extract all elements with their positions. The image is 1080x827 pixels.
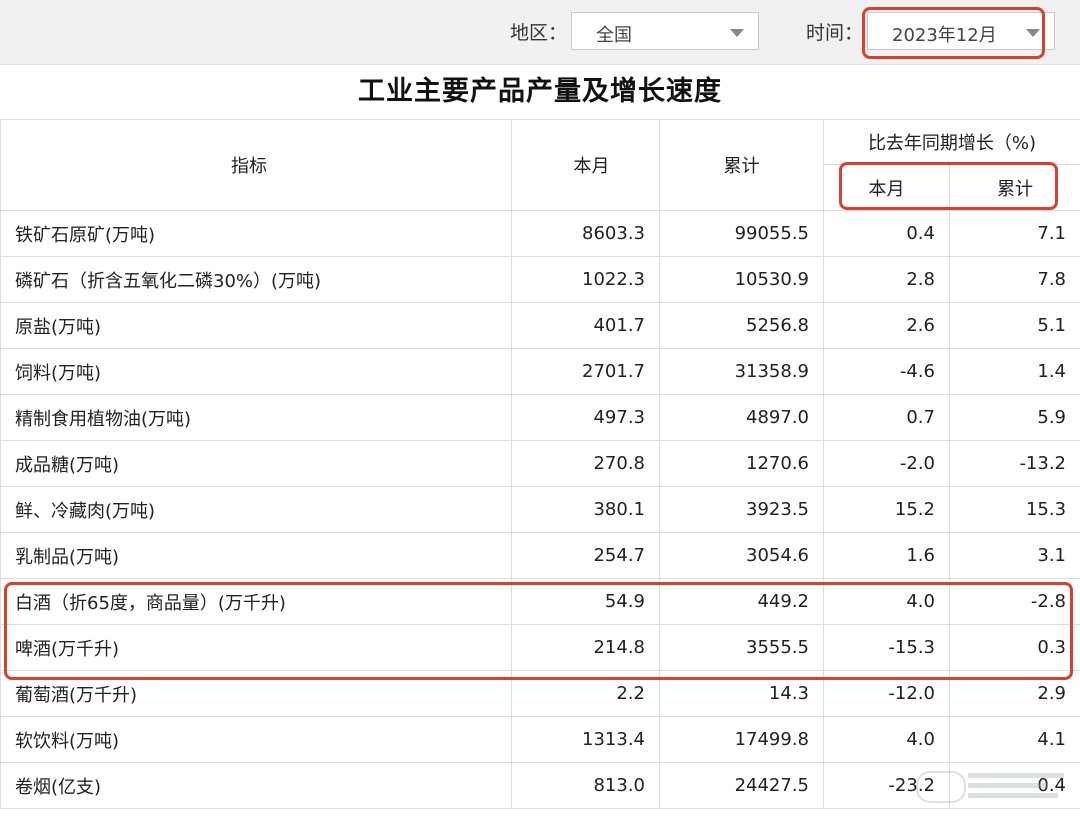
- row-yoy-this-month-cell: -4.6: [823, 348, 950, 395]
- row-cumulative-cell: 10530.9: [659, 256, 824, 303]
- row-this-month-cell: 214.8: [511, 624, 660, 671]
- row-indicator-cell: 白酒（折65度，商品量）(万千升): [0, 578, 512, 625]
- time-select[interactable]: 2023年12月: [867, 12, 1055, 50]
- region-label: 地区：: [510, 22, 568, 44]
- row-yoy-this-month-cell: 0.7: [823, 394, 950, 441]
- header-yoy-group: 比去年同期增长（%): [822, 119, 1080, 165]
- table-row: 成品糖(万吨) 270.8 1270.6 -2.0 -13.2: [0, 440, 1080, 487]
- table-row: 鲜、冷藏肉(万吨) 380.1 3923.5 15.2 15.3: [0, 486, 1080, 533]
- row-this-month-cell: 813.0: [511, 762, 660, 809]
- row-yoy-this-month-cell: 15.2: [823, 486, 950, 533]
- row-cumulative-cell: 3923.5: [659, 486, 824, 533]
- header-indicator: 指标: [0, 119, 512, 211]
- row-this-month-cell: 1313.4: [511, 716, 660, 763]
- table-row: 乳制品(万吨) 254.7 3054.6 1.6 3.1: [0, 532, 1080, 579]
- row-indicator-cell: 成品糖(万吨): [0, 440, 512, 487]
- production-table: 指标 本月 累计 比去年同期增长（%) 本月 累计 铁矿石原矿(万吨) 8603.…: [0, 119, 1080, 809]
- row-yoy-cumulative-cell: 15.3: [948, 486, 1080, 533]
- row-indicator-cell: 磷矿石（折含五氧化二磷30%）(万吨): [0, 256, 512, 303]
- row-cumulative-cell: 3054.6: [659, 532, 824, 579]
- time-label: 时间：: [806, 22, 864, 44]
- row-yoy-this-month-cell: -15.3: [823, 624, 950, 671]
- row-yoy-cumulative-cell: 5.9: [948, 394, 1080, 441]
- row-cumulative-cell: 1270.6: [659, 440, 824, 487]
- header-cumulative: 累计: [659, 119, 824, 211]
- row-yoy-this-month-cell: 2.6: [823, 302, 950, 349]
- region-select[interactable]: 全国: [571, 12, 759, 50]
- table-row: 铁矿石原矿(万吨) 8603.3 99055.5 0.4 7.1: [0, 210, 1080, 257]
- row-this-month-cell: 8603.3: [511, 210, 660, 257]
- row-indicator-cell: 原盐(万吨): [0, 302, 512, 349]
- chevron-down-icon: [730, 29, 744, 37]
- row-yoy-this-month-cell: -12.0: [823, 670, 950, 717]
- row-cumulative-cell: 449.2: [659, 578, 824, 625]
- row-yoy-cumulative-cell: 0.3: [948, 624, 1080, 671]
- row-yoy-this-month-cell: -23.2: [823, 762, 950, 809]
- row-this-month-cell: 254.7: [511, 532, 660, 579]
- table-row: 啤酒(万千升) 214.8 3555.5 -15.3 0.3: [0, 624, 1080, 671]
- row-yoy-this-month-cell: 1.6: [823, 532, 950, 579]
- header-this-month: 本月: [511, 119, 660, 211]
- row-this-month-cell: 2701.7: [511, 348, 660, 395]
- row-indicator-cell: 葡萄酒(万千升): [0, 670, 512, 717]
- table-row: 精制食用植物油(万吨) 497.3 4897.0 0.7 5.9: [0, 394, 1080, 441]
- table-row: 软饮料(万吨) 1313.4 17499.8 4.0 4.1: [0, 716, 1080, 763]
- row-this-month-cell: 497.3: [511, 394, 660, 441]
- row-indicator-cell: 软饮料(万吨): [0, 716, 512, 763]
- row-yoy-this-month-cell: 0.4: [823, 210, 950, 257]
- row-yoy-cumulative-cell: 1.4: [948, 348, 1080, 395]
- row-cumulative-cell: 3555.5: [659, 624, 824, 671]
- table-row: 磷矿石（折含五氧化二磷30%）(万吨) 1022.3 10530.9 2.8 7.8: [0, 256, 1080, 303]
- row-cumulative-cell: 24427.5: [659, 762, 824, 809]
- filter-bar: 地区： 全国 时间： 2023年12月: [0, 0, 1080, 65]
- row-cumulative-cell: 17499.8: [659, 716, 824, 763]
- time-select-value: 2023年12月: [892, 25, 997, 46]
- row-cumulative-cell: 14.3: [659, 670, 824, 717]
- row-indicator-cell: 精制食用植物油(万吨): [0, 394, 512, 441]
- table-row: 卷烟(亿支) 813.0 24427.5 -23.2 0.4: [0, 762, 1080, 809]
- row-this-month-cell: 380.1: [511, 486, 660, 533]
- row-yoy-cumulative-cell: 5.1: [948, 302, 1080, 349]
- table-row: 原盐(万吨) 401.7 5256.8 2.6 5.1: [0, 302, 1080, 349]
- row-this-month-cell: 270.8: [511, 440, 660, 487]
- table-title: 工业主要产品产量及增长速度: [0, 64, 1080, 120]
- row-indicator-cell: 饲料(万吨): [0, 348, 512, 395]
- row-cumulative-cell: 99055.5: [659, 210, 824, 257]
- table-row: 葡萄酒(万千升) 2.2 14.3 -12.0 2.9: [0, 670, 1080, 717]
- chevron-down-icon: [1026, 29, 1040, 37]
- row-indicator-cell: 啤酒(万千升): [0, 624, 512, 671]
- row-yoy-cumulative-cell: 7.1: [948, 210, 1080, 257]
- row-yoy-this-month-cell: -2.0: [823, 440, 950, 487]
- row-yoy-cumulative-cell: -13.2: [948, 440, 1080, 487]
- region-select-value: 全国: [596, 25, 632, 46]
- row-cumulative-cell: 5256.8: [659, 302, 824, 349]
- row-this-month-cell: 401.7: [511, 302, 660, 349]
- row-indicator-cell: 鲜、冷藏肉(万吨): [0, 486, 512, 533]
- row-yoy-cumulative-cell: 4.1: [948, 716, 1080, 763]
- row-yoy-cumulative-cell: 0.4: [948, 762, 1080, 809]
- table-row: 白酒（折65度，商品量）(万千升) 54.9 449.2 4.0 -2.8: [0, 578, 1080, 625]
- row-yoy-this-month-cell: 4.0: [823, 716, 950, 763]
- row-this-month-cell: 54.9: [511, 578, 660, 625]
- row-yoy-cumulative-cell: -2.8: [948, 578, 1080, 625]
- row-cumulative-cell: 31358.9: [659, 348, 824, 395]
- table-row: 饲料(万吨) 2701.7 31358.9 -4.6 1.4: [0, 348, 1080, 395]
- row-this-month-cell: 2.2: [511, 670, 660, 717]
- row-yoy-cumulative-cell: 7.8: [948, 256, 1080, 303]
- row-this-month-cell: 1022.3: [511, 256, 660, 303]
- row-cumulative-cell: 4897.0: [659, 394, 824, 441]
- row-yoy-this-month-cell: 4.0: [823, 578, 950, 625]
- header-yoy-this-month: 本月: [823, 164, 950, 211]
- header-yoy-cumulative: 累计: [948, 164, 1080, 211]
- row-indicator-cell: 卷烟(亿支): [0, 762, 512, 809]
- row-yoy-this-month-cell: 2.8: [823, 256, 950, 303]
- row-yoy-cumulative-cell: 3.1: [948, 532, 1080, 579]
- row-yoy-cumulative-cell: 2.9: [948, 670, 1080, 717]
- row-indicator-cell: 乳制品(万吨): [0, 532, 512, 579]
- row-indicator-cell: 铁矿石原矿(万吨): [0, 210, 512, 257]
